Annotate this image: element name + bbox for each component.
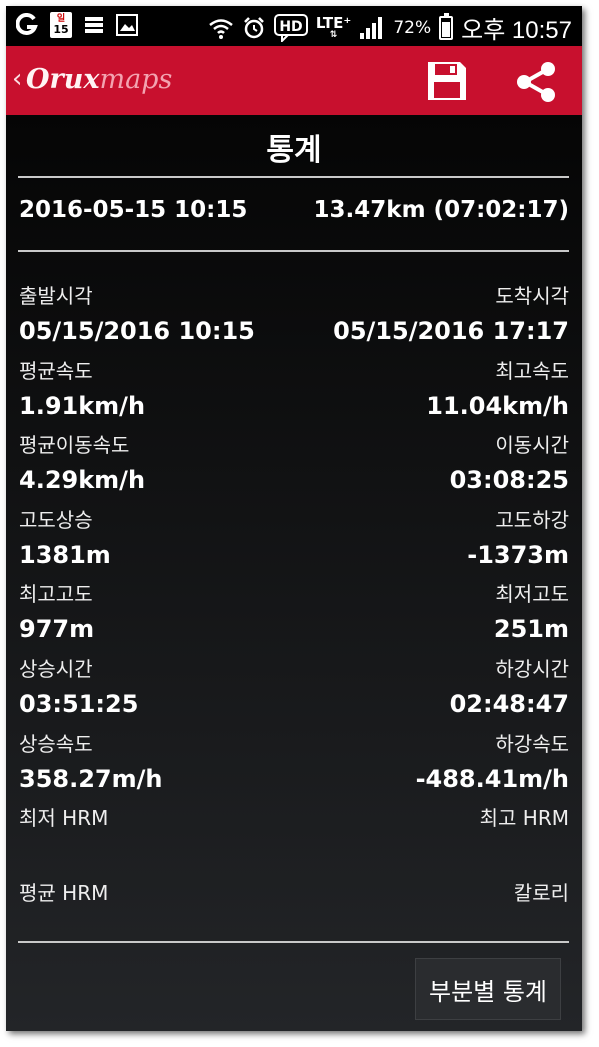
stat-right-4: 최저고도 251m: [494, 578, 569, 643]
segment-stats-button[interactable]: 부분별 통계: [415, 958, 561, 1020]
stat-right-8: 칼로리: [514, 877, 569, 914]
stat-value: 1381m: [19, 540, 111, 569]
stat-label: 최고속도: [495, 358, 569, 383]
stat-label: 평균이동속도: [19, 433, 130, 458]
battery-level: [442, 22, 451, 37]
battery-percent: 72%: [393, 17, 432, 38]
save-icon: [428, 62, 466, 100]
stat-label: 하강속도: [495, 731, 569, 756]
alarm-icon: [242, 16, 266, 40]
stat-label: 평균 HRM: [19, 880, 109, 905]
stat-label: 칼로리: [513, 880, 569, 905]
stat-value: -488.41m/h: [415, 764, 569, 793]
battery-charging-icon: [439, 12, 454, 40]
lte-icon: LTE⁺ ⇅: [315, 13, 352, 40]
stat-value: 11.04km/h: [426, 391, 569, 420]
share-button[interactable]: [514, 60, 558, 104]
summary-distance: 13.47km (07:02:17): [313, 197, 569, 223]
image-icon: [116, 14, 138, 36]
stat-left-3: 고도상승 1381m: [19, 504, 111, 569]
logo-part1: Orux: [26, 64, 100, 95]
app-bar: ‹ Oruxmaps: [6, 46, 582, 115]
signal-icon: [359, 16, 385, 40]
stat-value: 358.27m/h: [19, 764, 163, 793]
calendar-icon: 일 15: [50, 12, 72, 38]
stat-label: 최고 HRM: [479, 806, 569, 831]
stat-label: 상승시간: [19, 657, 93, 681]
stat-left-6: 상승속도 358.27m/h: [19, 728, 162, 793]
logo-part2: maps: [99, 64, 173, 95]
stat-value: 03:51:25: [19, 690, 139, 718]
stat-left-0: 출발시각 05/15/2016 10:15: [19, 280, 255, 345]
stat-label: 상승속도: [19, 731, 93, 756]
stat-right-3: 고도하강 -1373m: [467, 504, 569, 569]
share-icon: [517, 62, 555, 102]
hd-label: HD: [279, 19, 302, 35]
stat-label: 하강시간: [495, 657, 569, 681]
app-logo[interactable]: Oruxmaps: [26, 64, 172, 95]
summary-date: 2016-05-15 10:15: [19, 197, 248, 223]
stat-label: 최저고도: [495, 582, 569, 607]
stat-label: 이동시간: [495, 433, 569, 458]
stat-left-5: 상승시간 03:51:25: [19, 653, 138, 718]
stat-left-8: 평균 HRM: [19, 877, 108, 914]
lte-arrows: ⇅: [329, 29, 338, 40]
stat-value: 251m: [493, 615, 569, 644]
stat-value: 1.91km/h: [19, 391, 146, 420]
stat-label: 고도상승: [19, 507, 93, 532]
stat-label: 최저 HRM: [19, 806, 109, 831]
stat-right-2: 이동시간 03:08:25: [450, 429, 569, 494]
save-button[interactable]: [426, 60, 468, 102]
bottom-divider: [18, 941, 569, 943]
back-chevron-icon[interactable]: ‹: [12, 66, 22, 92]
stat-value: 03:08:25: [449, 466, 569, 495]
stat-left-4: 최고고도 977m: [19, 578, 94, 643]
g-icon: [16, 13, 38, 37]
clock: 오후 10:57: [461, 17, 572, 44]
stat-value: 977m: [19, 615, 95, 644]
status-bar-right: HD LTE⁺ ⇅ 72% 오후 10:57: [208, 10, 572, 45]
page-title: 통계: [266, 133, 322, 168]
stat-label: 출발시각: [19, 284, 93, 308]
stat-right-1: 최고속도 11.04km/h: [426, 355, 569, 420]
lte-label: LTE⁺: [315, 13, 352, 32]
stat-right-5: 하강시간 02:48:47: [450, 653, 569, 718]
stat-value: -1373m: [467, 540, 569, 569]
stat-left-2: 평균이동속도 4.29km/h: [19, 429, 145, 494]
title-divider: [18, 176, 569, 178]
stat-left-7: 최저 HRM: [19, 802, 108, 839]
phone-screen: 일 15 HD LTE⁺ ⇅ 72% 오후 10:57 ‹ Oruxmaps 통…: [6, 6, 582, 1031]
status-bar: 일 15 HD LTE⁺ ⇅ 72% 오후 10:57: [6, 6, 582, 46]
stat-label: 최고고도: [19, 582, 93, 607]
wifi-icon: [208, 16, 234, 40]
status-bar-left: 일 15: [16, 12, 138, 38]
summary-divider: [18, 250, 569, 252]
hd-voice-icon: HD: [273, 13, 308, 42]
stat-value: 02:48:47: [449, 690, 569, 718]
stat-right-0: 도착시각 05/15/2016 17:17: [333, 280, 569, 345]
stat-right-7: 최고 HRM: [480, 802, 569, 839]
stat-label: 도착시각: [495, 284, 569, 308]
stat-value: 05/15/2016 10:15: [19, 317, 255, 345]
calendar-day: 15: [53, 23, 69, 36]
stat-value: 05/15/2016 17:17: [333, 317, 569, 345]
stat-label: 고도하강: [495, 507, 569, 532]
stat-right-6: 하강속도 -488.41m/h: [416, 728, 569, 793]
stat-left-1: 평균속도 1.91km/h: [19, 355, 145, 420]
statistics-panel: 통계 2016-05-15 10:15 13.47km (07:02:17) 출…: [6, 115, 582, 1031]
stat-value: 4.29km/h: [19, 466, 146, 495]
storage-icon: [84, 15, 104, 35]
stat-label: 평균속도: [19, 358, 93, 383]
